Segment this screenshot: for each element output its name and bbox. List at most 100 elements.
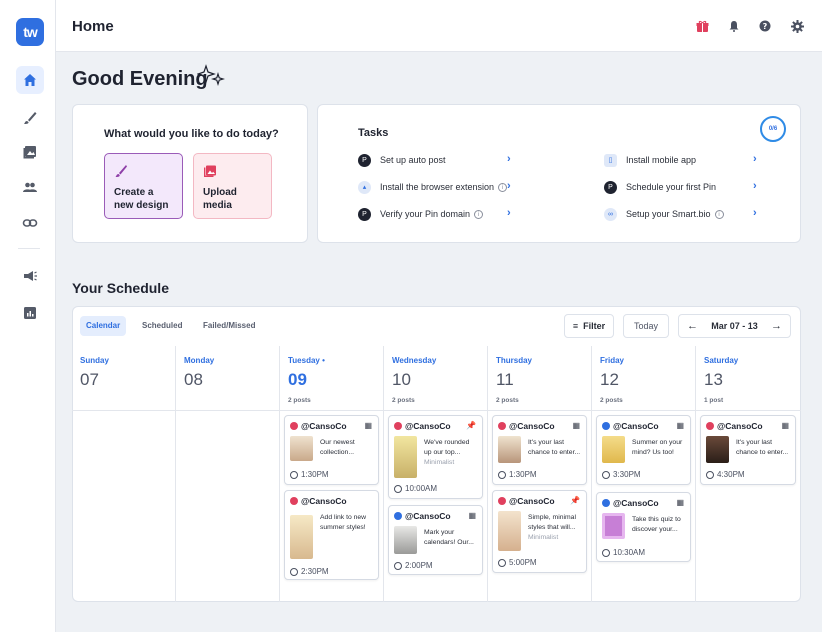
- pinterest-icon: [290, 497, 298, 505]
- tab-scheduled[interactable]: Scheduled: [136, 316, 188, 336]
- scheduled-post-card[interactable]: @CansoCo ▦ Mark your calendars! Our... 2…: [388, 505, 483, 575]
- scheduled-post-card[interactable]: @CansoCo ▦ It's your last chance to ente…: [492, 415, 587, 485]
- arrow-right-icon[interactable]: →: [771, 320, 782, 332]
- brush-nav-icon[interactable]: [16, 104, 44, 132]
- task-verify-domain[interactable]: P Verify your Pin domain i: [358, 206, 484, 222]
- sidebar: tw: [0, 0, 56, 632]
- scheduled-post-card[interactable]: @CansoCo ▦ Our newest collection... 1:30…: [284, 415, 379, 485]
- task-smart-bio[interactable]: ∞ Setup your Smart.bio i: [604, 206, 724, 222]
- analytics-nav-icon[interactable]: [16, 299, 44, 327]
- brush-icon: [115, 165, 127, 177]
- filter-button[interactable]: ≡ Filter: [564, 314, 614, 338]
- post-caption: It's your last chance to enter...: [736, 439, 789, 456]
- day-name: Friday: [600, 356, 625, 365]
- post-count: 1 post: [704, 397, 724, 404]
- task-label: Verify your Pin domain: [380, 209, 471, 219]
- clock-icon: [602, 548, 610, 557]
- info-icon[interactable]: i: [498, 182, 508, 192]
- post-account: @CansoCo: [706, 421, 763, 431]
- time-label: 1:30PM: [509, 470, 537, 479]
- post-count: 2 posts: [496, 397, 519, 404]
- carousel-icon: ▦: [676, 498, 684, 507]
- clock-icon: [706, 470, 714, 479]
- users-nav-icon[interactable]: [16, 173, 44, 201]
- day-number: 13: [704, 370, 723, 389]
- chevron-right-icon[interactable]: ›: [507, 207, 511, 219]
- scheduled-post-card[interactable]: @CansoCo ▦ Take this quiz to discover yo…: [596, 492, 691, 562]
- post-count: 2 posts: [600, 397, 623, 404]
- task-auto-post[interactable]: P Set up auto post: [358, 152, 446, 168]
- pinterest-icon: P: [358, 207, 371, 221]
- upload-media-label: Upload media: [203, 187, 237, 211]
- clock-icon: [498, 558, 506, 567]
- clock-icon: [290, 470, 298, 479]
- quick-actions-title: What would you like to do today?: [104, 128, 279, 140]
- post-account: @CansoCo: [394, 511, 451, 521]
- post-time: 2:30PM: [290, 567, 329, 576]
- post-caption: Mark your calendars! Our...: [424, 529, 474, 546]
- info-icon[interactable]: i: [714, 209, 724, 219]
- scheduled-post-card[interactable]: @CansoCo ▦ Summer on your mind? Us too! …: [596, 415, 691, 485]
- chevron-right-icon[interactable]: ›: [753, 207, 757, 219]
- app-logo[interactable]: tw: [16, 18, 44, 46]
- time-label: 5:00PM: [509, 558, 537, 567]
- chevron-right-icon[interactable]: ›: [753, 180, 757, 192]
- post-thumbnail: [498, 436, 521, 463]
- tasks-card: Tasks 0/6 P Set up auto post › ▴ Install…: [317, 104, 801, 243]
- upload-media-button[interactable]: Upload media: [193, 153, 272, 219]
- help-icon[interactable]: ?: [757, 18, 773, 34]
- day-number: 09: [288, 370, 307, 389]
- link-nav-icon[interactable]: [16, 209, 44, 237]
- megaphone-nav-icon[interactable]: [16, 262, 44, 290]
- carousel-icon: ▦: [781, 421, 789, 430]
- today-button[interactable]: Today: [623, 314, 669, 338]
- bell-icon[interactable]: [726, 18, 742, 34]
- day-number: 10: [392, 370, 411, 389]
- day-number: 12: [600, 370, 619, 389]
- create-design-button[interactable]: Create a new design: [104, 153, 183, 219]
- account-handle: @CansoCo: [717, 421, 763, 431]
- scheduled-post-card[interactable]: @CansoCo ▦ It's your last chance to ente…: [700, 415, 796, 485]
- post-count: 2 posts: [288, 397, 311, 404]
- instagram-icon: [394, 512, 402, 520]
- pinterest-icon: P: [604, 180, 617, 194]
- post-time: 2:00PM: [394, 561, 433, 570]
- task-first-pin[interactable]: P Schedule your first Pin: [604, 179, 716, 195]
- pinterest-icon: [498, 422, 506, 430]
- post-time: 4:30PM: [706, 470, 745, 479]
- date-range-navigator: ← Mar 07 - 13 →: [678, 314, 791, 338]
- chevron-right-icon[interactable]: ›: [507, 153, 511, 165]
- tab-calendar[interactable]: Calendar: [80, 316, 127, 336]
- media-nav-icon[interactable]: [16, 138, 44, 166]
- home-nav-icon[interactable]: [16, 66, 44, 94]
- scheduled-post-card[interactable]: @CansoCo 📌 We've rounded up our top... Mi…: [388, 415, 483, 499]
- instagram-icon: [602, 499, 610, 507]
- settings-gear-icon[interactable]: [789, 18, 805, 34]
- date-range-label: Mar 07 - 13: [711, 321, 758, 331]
- gift-icon[interactable]: [694, 18, 710, 34]
- info-icon[interactable]: i: [474, 209, 484, 219]
- greeting-heading: Good Evening: [72, 68, 208, 90]
- phone-icon: ▯: [604, 153, 617, 167]
- media-icon: [204, 165, 216, 177]
- chevron-right-icon[interactable]: ›: [753, 153, 757, 165]
- time-label: 10:30AM: [613, 548, 646, 557]
- task-browser-extension[interactable]: ▴ Install the browser extension i: [358, 179, 508, 195]
- pinterest-icon: [394, 422, 402, 430]
- post-thumbnail: [602, 436, 625, 463]
- chevron-right-icon[interactable]: ›: [507, 180, 511, 192]
- scheduled-post-card[interactable]: @CansoCo 📌 Simple, minimal styles that w…: [492, 490, 587, 573]
- link-icon: ∞: [604, 207, 617, 221]
- arrow-left-icon[interactable]: ←: [687, 320, 698, 332]
- svg-text:?: ?: [763, 22, 768, 31]
- day-name: Tuesday •: [288, 356, 325, 365]
- scheduled-post-card[interactable]: @CansoCo Add link to new summer styles! …: [284, 490, 379, 580]
- post-account: @CansoCo: [290, 421, 347, 431]
- task-mobile-app[interactable]: ▯ Install mobile app: [604, 152, 696, 168]
- clock-icon: [602, 470, 610, 479]
- pinterest-icon: [706, 422, 714, 430]
- day-number: 07: [80, 370, 99, 389]
- post-caption: Summer on your mind? Us too!: [632, 439, 683, 456]
- day-name: Sunday: [80, 356, 109, 365]
- tab-failed-missed[interactable]: Failed/Missed: [197, 316, 261, 336]
